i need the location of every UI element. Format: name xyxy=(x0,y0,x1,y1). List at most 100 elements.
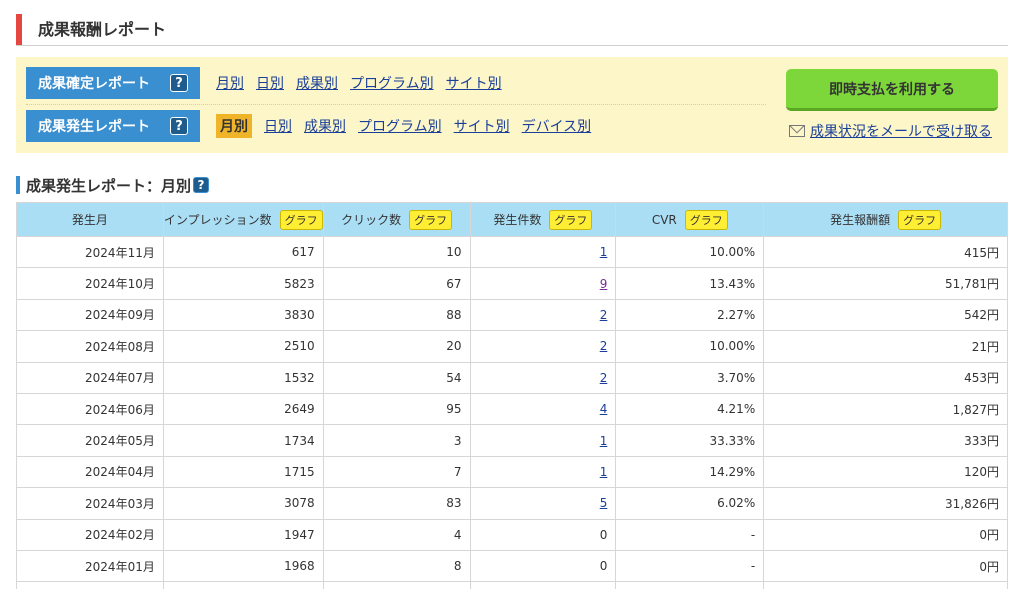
cell-month: 2024年03月 xyxy=(16,487,164,520)
table-cell xyxy=(322,581,471,589)
cell-cvr: - xyxy=(615,549,765,583)
conversion-count-link[interactable]: 1 xyxy=(600,245,608,259)
cell-clicks: 54 xyxy=(322,361,471,394)
column-header-month: 発生月 xyxy=(16,202,164,237)
cell-clicks: 95 xyxy=(322,392,471,426)
cell-impressions: 5823 xyxy=(162,267,324,300)
cell-reward: 1,827円 xyxy=(763,392,1008,426)
cell-reward: 542円 xyxy=(763,298,1008,332)
cell-month: 2024年07月 xyxy=(16,361,164,394)
conversion-count-link[interactable]: 9 xyxy=(600,277,608,291)
conversion-count-link[interactable]: 1 xyxy=(600,465,608,479)
confirmed-report-links: 月別 日別 成果別 プログラム別 サイト別 xyxy=(216,73,514,93)
cell-reward: 51,781円 xyxy=(763,267,1008,300)
occurred-link-daily[interactable]: 日別 xyxy=(264,116,292,136)
cell-conversions: 4 xyxy=(469,392,617,426)
cell-cvr: 10.00% xyxy=(615,330,765,363)
conversion-count-link[interactable]: 4 xyxy=(600,402,608,416)
cell-clicks: 4 xyxy=(322,518,471,551)
instant-payment-button[interactable]: 即時支払を利用する xyxy=(786,69,998,111)
occurred-link-by-program[interactable]: プログラム別 xyxy=(358,116,442,136)
cell-conversions: 1 xyxy=(469,455,617,489)
page-header: 成果報酬レポート xyxy=(16,14,1008,46)
graph-button[interactable]: グラフ xyxy=(549,209,593,230)
confirmed-link-daily[interactable]: 日別 xyxy=(256,73,284,93)
section-title-text: 成果発生レポート：月別 xyxy=(26,176,192,195)
occurred-link-monthly-active: 月別 xyxy=(216,114,252,138)
occurred-link-by-device[interactable]: デバイス別 xyxy=(522,116,592,136)
help-icon[interactable]: ? xyxy=(193,177,210,193)
table-row: 2024年09月 3830 88 2 2.27% 542円 xyxy=(16,298,1008,332)
table-row: 2024年08月 2510 20 2 10.00% 21円 xyxy=(16,330,1008,363)
graph-button[interactable]: グラフ xyxy=(684,209,728,230)
header-accent-bar xyxy=(16,14,22,45)
cell-month: 2024年08月 xyxy=(16,330,164,363)
cell-reward: 21円 xyxy=(763,330,1008,363)
confirmed-link-by-site[interactable]: サイト別 xyxy=(446,73,502,93)
mail-notification-label: 成果状況をメールで受け取る xyxy=(810,124,992,140)
cell-clicks: 10 xyxy=(322,235,471,269)
table-row: 2024年10月 5823 67 9 13.43% 51,781円 xyxy=(16,267,1008,300)
cell-impressions: 1968 xyxy=(162,549,324,583)
occurred-link-by-result[interactable]: 成果別 xyxy=(304,116,346,136)
conversion-count-link[interactable]: 2 xyxy=(600,308,608,322)
cell-cvr: 4.21% xyxy=(615,392,765,426)
table-cell xyxy=(162,581,324,589)
column-header-conversions: 発生件数 グラフ xyxy=(469,202,617,237)
confirmed-report-label: 成果確定レポート xyxy=(38,76,150,92)
cell-clicks: 67 xyxy=(322,267,471,300)
confirmed-report-button[interactable]: 成果確定レポート ? xyxy=(26,67,200,99)
cell-conversions: 0 xyxy=(469,518,617,551)
cell-conversions: 0 xyxy=(469,549,617,583)
occurred-link-by-site[interactable]: サイト別 xyxy=(454,116,510,136)
cell-cvr: 14.29% xyxy=(615,455,765,489)
help-icon[interactable]: ? xyxy=(170,74,188,92)
cell-cvr: 33.33% xyxy=(615,424,765,457)
confirmed-link-by-program[interactable]: プログラム別 xyxy=(350,73,434,93)
conversion-count-link[interactable]: 2 xyxy=(600,339,608,353)
cell-impressions: 3830 xyxy=(162,298,324,332)
cell-reward: 333円 xyxy=(763,424,1008,457)
cell-cvr: 3.70% xyxy=(615,361,765,394)
section-accent-bar xyxy=(16,176,20,194)
table-header-row: 発生月 インプレッション数 グラフ クリック数 グラフ 発生件数 グラフ CVR グラフ… xyxy=(16,202,1008,237)
cell-clicks: 20 xyxy=(322,330,471,363)
cell-month: 2024年06月 xyxy=(16,392,164,426)
cell-impressions: 2649 xyxy=(162,392,324,426)
mail-notification-link[interactable]: 成果状況をメールで受け取る xyxy=(789,121,992,141)
table-row: 2024年01月 1968 8 0-0円 xyxy=(16,549,1008,583)
column-header-reward: 発生報酬額 グラフ xyxy=(763,202,1008,237)
table-row: 2024年02月 1947 4 0-0円 xyxy=(16,518,1008,551)
graph-button[interactable]: グラフ xyxy=(898,209,942,230)
cell-conversions: 2 xyxy=(469,361,617,394)
cell-clicks: 3 xyxy=(322,424,471,457)
occurred-report-links: 月別 日別 成果別 プログラム別 サイト別 デバイス別 xyxy=(216,114,603,138)
confirmed-link-by-result[interactable]: 成果別 xyxy=(296,73,338,93)
occurred-report-button[interactable]: 成果発生レポート ? xyxy=(26,110,200,142)
column-header-cvr: CVR グラフ xyxy=(615,202,765,237)
conversion-count-link[interactable]: 1 xyxy=(600,434,608,448)
envelope-icon xyxy=(789,125,805,137)
cell-reward: 453円 xyxy=(763,361,1008,394)
cell-cvr: 2.27% xyxy=(615,298,765,332)
table-row: 2024年11月 617 10 1 10.00% 415円 xyxy=(16,235,1008,269)
cell-month: 2024年10月 xyxy=(16,267,164,300)
confirmed-link-monthly[interactable]: 月別 xyxy=(216,73,244,93)
cell-reward: 0円 xyxy=(763,549,1008,583)
cell-impressions: 1532 xyxy=(162,361,324,394)
graph-button[interactable]: グラフ xyxy=(279,209,323,230)
table-cell xyxy=(469,581,617,589)
cell-impressions: 2510 xyxy=(162,330,324,363)
monthly-report-table: 発生月 インプレッション数 グラフ クリック数 グラフ 発生件数 グラフ CVR グラフ… xyxy=(16,202,1008,589)
cell-month: 2024年04月 xyxy=(16,455,164,489)
table-row: 2024年05月 1734 3 1 33.33% 333円 xyxy=(16,424,1008,457)
cell-cvr: 6.02% xyxy=(615,487,765,520)
graph-button[interactable]: グラフ xyxy=(409,209,453,230)
table-row: 2024年04月 1715 7 1 14.29% 120円 xyxy=(16,455,1008,489)
help-icon[interactable]: ? xyxy=(170,117,188,135)
cell-impressions: 1734 xyxy=(162,424,324,457)
conversion-count-link[interactable]: 5 xyxy=(600,496,608,510)
conversion-count-link[interactable]: 2 xyxy=(600,371,608,385)
nav-divider xyxy=(26,104,766,105)
cell-conversions: 9 xyxy=(469,267,617,300)
